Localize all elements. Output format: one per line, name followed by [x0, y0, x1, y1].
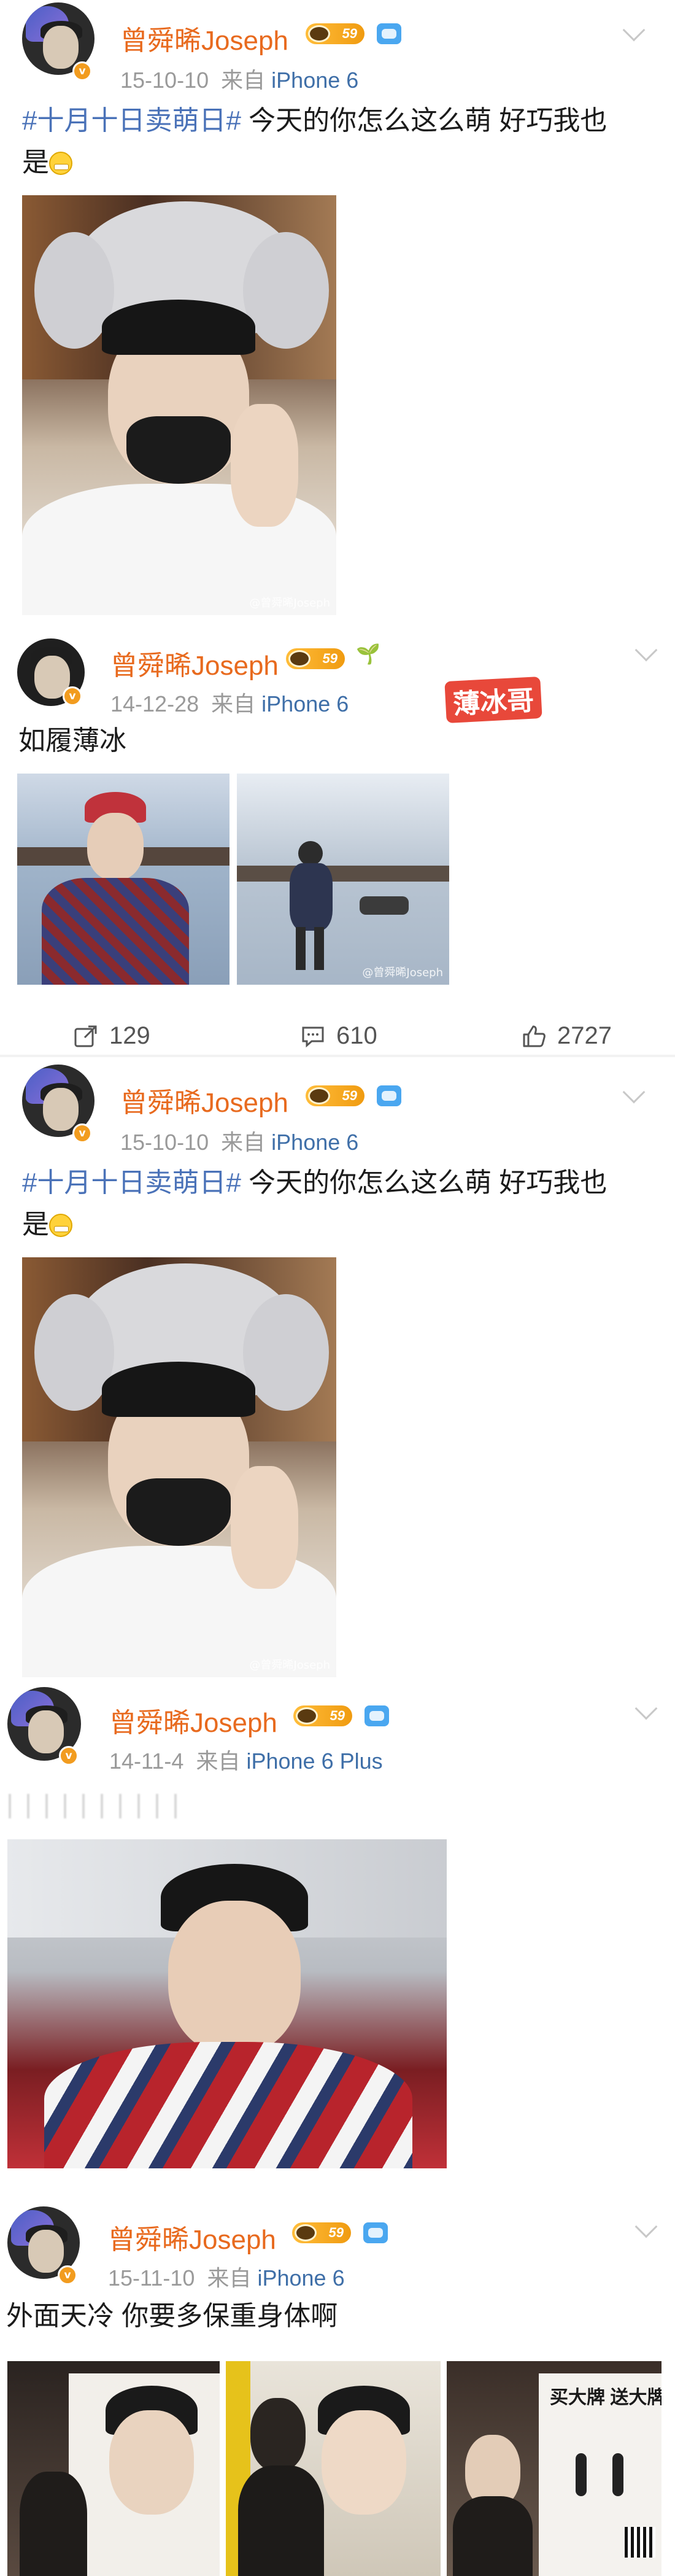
verified-badge: v: [59, 1746, 79, 1766]
repost-button[interactable]: 129: [74, 1014, 150, 1057]
post-text-line: 是: [22, 1209, 49, 1240]
verified-badge: v: [63, 686, 82, 706]
verified-badge: v: [72, 1123, 92, 1143]
post-source[interactable]: iPhone 6: [261, 691, 349, 716]
post-photo[interactable]: @曾舜晞Joseph: [237, 774, 449, 985]
post-text-continued: 是: [22, 1205, 72, 1245]
post-meta: 15-10-10 来自 iPhone 6: [120, 1125, 358, 1157]
level-value: 59: [322, 651, 338, 666]
source-prefix: 来自: [211, 691, 256, 716]
post-meta: 14-12-28 来自 iPhone 6: [110, 686, 349, 718]
vip-icon[interactable]: [377, 1085, 401, 1106]
username[interactable]: 曾舜晞Joseph: [108, 2217, 276, 2257]
post-text: #十月十日卖萌日# 今天的你怎么这么萌 好巧我也: [22, 101, 607, 141]
ad-banner-text: 买大牌 送大牌: [550, 2388, 662, 2408]
post-photo[interactable]: [7, 2361, 220, 2576]
chevron-down-icon[interactable]: [622, 18, 646, 42]
chevron-down-icon[interactable]: [634, 1697, 658, 1720]
weibo-post: v 曾舜晞Joseph 59 🌱 14-12-28 来自 iPhone 6 薄冰…: [0, 620, 675, 1062]
post-text-line: 是: [22, 147, 49, 177]
post-actions: 129 610 2727: [0, 1014, 675, 1057]
hashtag-link[interactable]: #十月十日卖萌日#: [22, 1168, 241, 1198]
level-value: 59: [342, 26, 357, 41]
chevron-down-icon[interactable]: [622, 1080, 646, 1104]
post-photo[interactable]: @曾舜晞Joseph: [22, 195, 336, 615]
divider: [0, 1055, 675, 1057]
grin-emoji-icon: [49, 1214, 72, 1237]
post-date: 15-11-10: [108, 2265, 195, 2291]
post-date: 15-10-10: [120, 68, 209, 93]
post-source[interactable]: iPhone 6: [271, 1130, 358, 1155]
post-text-continued: 是: [22, 142, 72, 183]
post-meta: 14-11-4 来自 iPhone 6 Plus: [109, 1744, 383, 1775]
like-icon: [523, 1025, 546, 1047]
post-meta: 15-10-10 来自 iPhone 6: [120, 63, 358, 95]
caption-sticker: 薄冰哥: [444, 676, 542, 724]
level-value: 59: [328, 2225, 344, 2240]
level-badge-icon[interactable]: 59: [286, 648, 345, 669]
level-badge-icon[interactable]: 59: [293, 1705, 352, 1726]
source-prefix: 来自: [221, 1130, 266, 1155]
vip-icon[interactable]: [377, 23, 401, 44]
like-count: 2727: [557, 1022, 612, 1049]
level-value: 59: [342, 1088, 357, 1103]
post-text: 如履薄冰: [18, 726, 126, 756]
level-badge-icon[interactable]: 59: [306, 23, 364, 44]
photo-watermark: @曾舜晞Joseph: [249, 1659, 330, 1672]
grin-emoji-icon: [49, 152, 72, 175]
repost-icon: [74, 1025, 97, 1047]
post-photo[interactable]: [226, 2361, 441, 2576]
post-source[interactable]: iPhone 6 Plus: [246, 1748, 382, 1774]
username[interactable]: 曾舜晞Joseph: [120, 18, 288, 58]
post-source[interactable]: iPhone 6: [271, 68, 358, 93]
post-text-line: 今天的你怎么这么萌 好巧我也: [241, 106, 608, 136]
post-text-line: 今天的你怎么这么萌 好巧我也: [241, 1168, 608, 1198]
post-date: 14-11-4: [109, 1748, 184, 1774]
username[interactable]: 曾舜晞Joseph: [110, 643, 279, 683]
vip-icon[interactable]: [363, 2222, 388, 2243]
post-date: 14-12-28: [110, 691, 199, 716]
level-badge-icon[interactable]: 59: [306, 1085, 364, 1106]
level-badge-icon[interactable]: 59: [292, 2222, 351, 2243]
comment-count: 610: [336, 1022, 377, 1049]
photo-watermark: @曾舜晞Joseph: [362, 966, 443, 979]
verified-badge: v: [72, 61, 92, 81]
weibo-post: v 曾舜晞Joseph 59 15-10-10 来自 iPhone 6 #十月十…: [0, 0, 675, 620]
vip-icon[interactable]: [364, 1705, 389, 1726]
post-meta: 15-11-10 来自 iPhone 6: [108, 2260, 345, 2292]
photo-watermark: @曾舜晞Joseph: [249, 597, 330, 610]
post-text: #十月十日卖萌日# 今天的你怎么这么萌 好巧我也: [22, 1163, 607, 1203]
source-prefix: 来自: [196, 1748, 241, 1774]
blurred-post-text: [9, 1794, 193, 1818]
repost-count: 129: [109, 1022, 150, 1049]
comment-button[interactable]: 610: [301, 1014, 377, 1057]
post-photo[interactable]: 买大牌 送大牌: [447, 2361, 662, 2576]
verified-badge: v: [58, 2265, 77, 2285]
post-photo[interactable]: [7, 1839, 447, 2168]
sprout-icon: 🌱: [356, 642, 380, 665]
chevron-down-icon[interactable]: [634, 2215, 658, 2238]
weibo-post: v 曾舜晞Joseph 59 15-11-10 来自 iPhone 6 外面天冷…: [0, 2204, 675, 2576]
post-source[interactable]: iPhone 6: [257, 2265, 344, 2291]
chevron-down-icon[interactable]: [634, 638, 658, 662]
username[interactable]: 曾舜晞Joseph: [109, 1701, 277, 1740]
source-prefix: 来自: [221, 68, 266, 93]
weibo-post: v 曾舜晞Joseph 59 15-10-10 来自 iPhone 6 #十月十…: [0, 1062, 675, 1682]
post-text: 外面天冷 你要多保重身体啊: [6, 2301, 338, 2331]
weibo-post: v 曾舜晞Joseph 59 14-11-4 来自 iPhone 6 Plus: [0, 1682, 675, 2204]
username[interactable]: 曾舜晞Joseph: [120, 1080, 288, 1120]
level-value: 59: [330, 1708, 345, 1723]
comment-icon: [302, 1026, 324, 1048]
post-date: 15-10-10: [120, 1130, 209, 1155]
hashtag-link[interactable]: #十月十日卖萌日#: [22, 106, 241, 136]
post-photo[interactable]: [17, 774, 230, 985]
source-prefix: 来自: [207, 2265, 252, 2291]
post-photo[interactable]: @曾舜晞Joseph: [22, 1257, 336, 1677]
like-button[interactable]: 2727: [522, 1014, 612, 1057]
